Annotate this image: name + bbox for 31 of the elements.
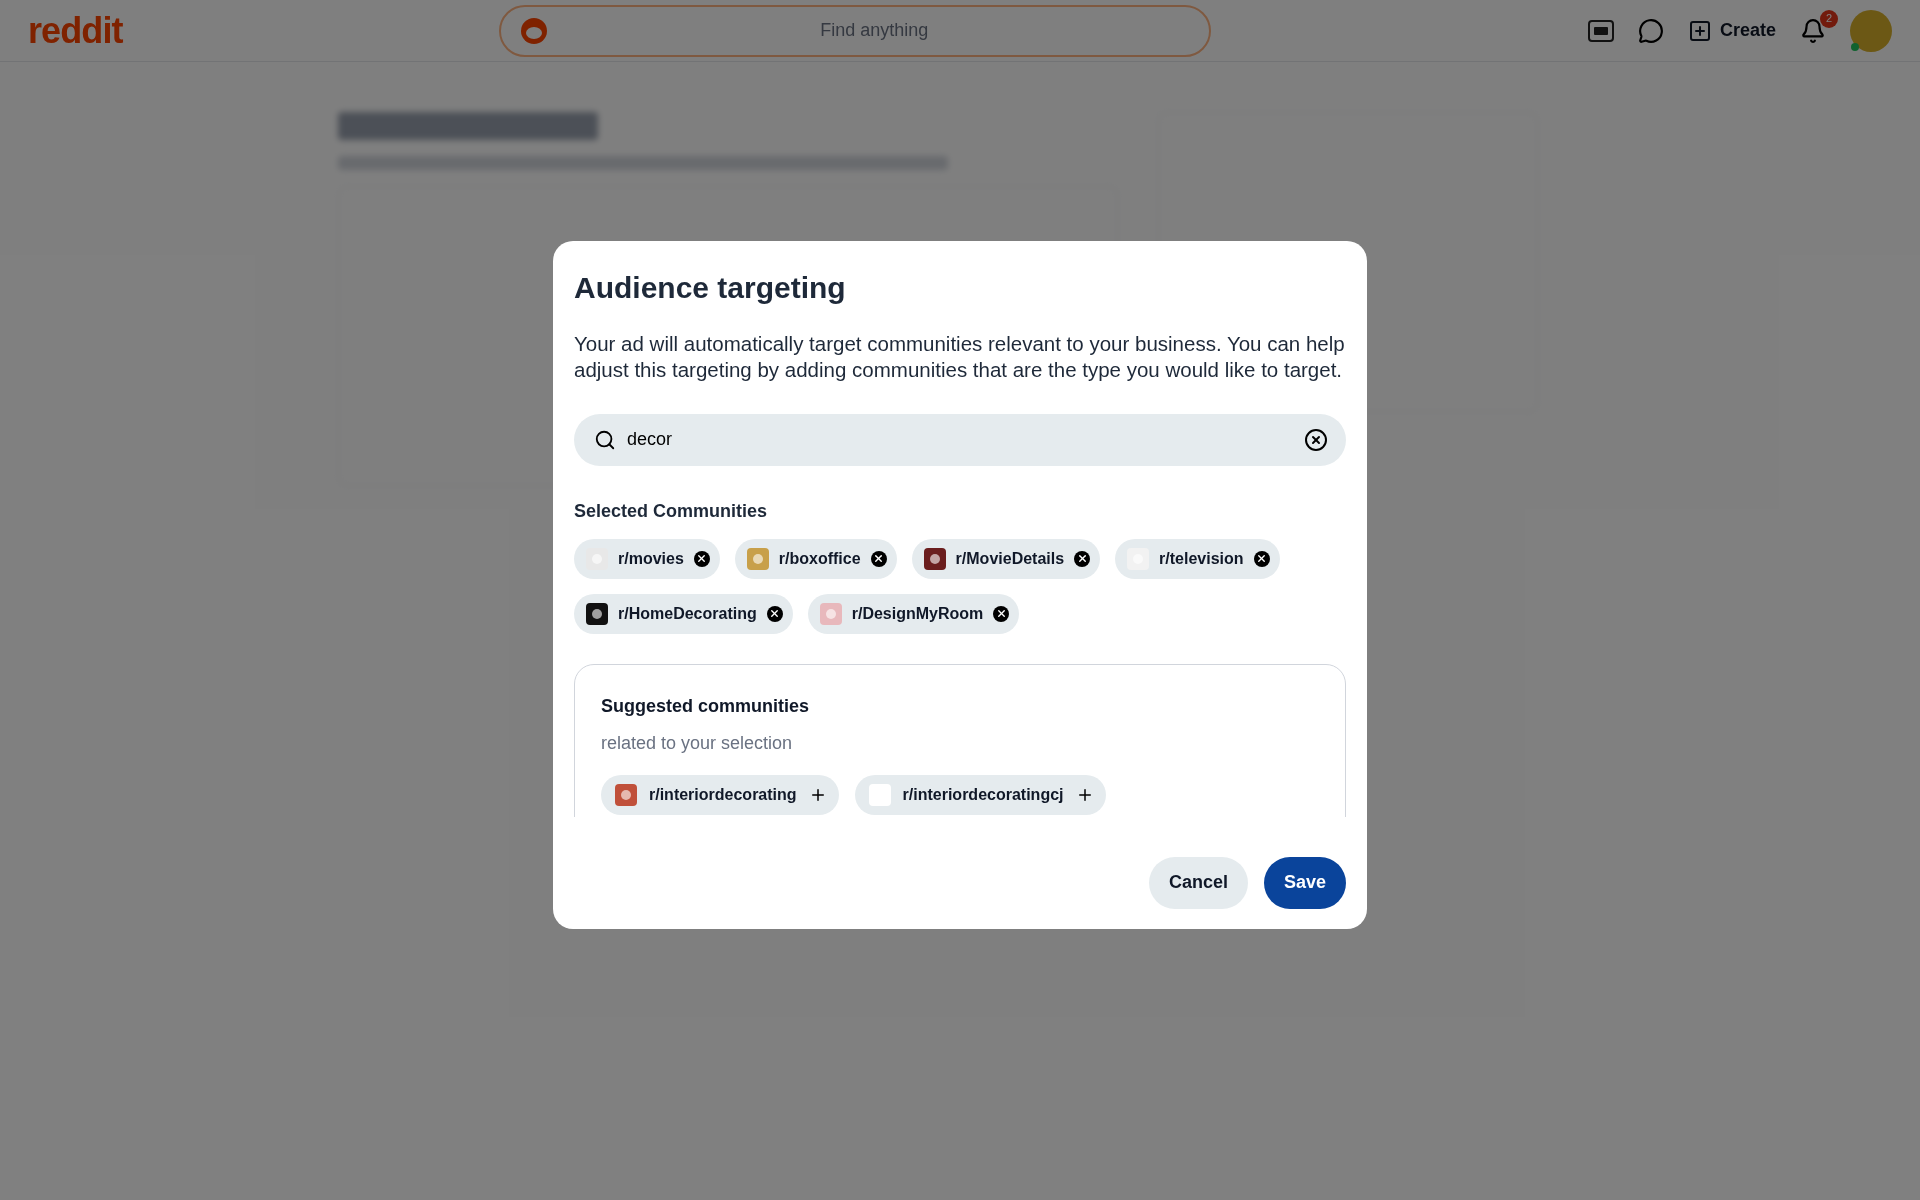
suggested-chip[interactable]: r/interiordecorating [601, 774, 839, 815]
community-chip[interactable]: r/movies [574, 538, 720, 579]
community-search-field[interactable]: decor [574, 413, 1346, 466]
suggested-chip[interactable]: r/interiordecoratingcj [854, 774, 1106, 815]
community-chip[interactable]: r/MovieDetails [911, 538, 1101, 579]
remove-icon[interactable] [766, 605, 783, 622]
clear-icon[interactable] [1304, 427, 1328, 452]
suggested-subtitle: related to your selection [601, 731, 794, 755]
create-button[interactable]: Create [1687, 17, 1776, 44]
cancel-button[interactable]: Cancel [1148, 856, 1248, 909]
community-chip[interactable]: r/DesignMyRoom [807, 593, 1020, 634]
remove-icon[interactable] [870, 550, 887, 567]
search-icon [594, 428, 616, 451]
community-chip[interactable]: r/boxoffice [734, 538, 897, 579]
community-chip[interactable]: r/HomeDecorating [574, 593, 793, 634]
search-placeholder: Find anything [819, 19, 930, 42]
dialog-title: Audience targeting [574, 270, 847, 306]
ad-icon[interactable] [1587, 19, 1614, 42]
chat-icon[interactable] [1637, 17, 1664, 44]
remove-icon[interactable] [1074, 550, 1091, 567]
plus-icon [1687, 18, 1712, 43]
selected-heading: Selected Communities [574, 499, 769, 523]
remove-icon[interactable] [1253, 550, 1270, 567]
community-chip[interactable]: r/television [1115, 538, 1280, 579]
save-button[interactable]: Save [1263, 856, 1346, 909]
remove-icon[interactable] [693, 550, 710, 567]
dialog-description: Your ad will automatically target communities relevant to your business. You can help adjust this targeting by adding communities that are the type you would like to target. [574, 330, 1346, 383]
remove-icon[interactable] [993, 605, 1010, 622]
notification-icon[interactable] [1800, 17, 1826, 44]
suggested-title: Suggested communities [601, 694, 811, 718]
notification-badge: 2 [1820, 9, 1838, 28]
